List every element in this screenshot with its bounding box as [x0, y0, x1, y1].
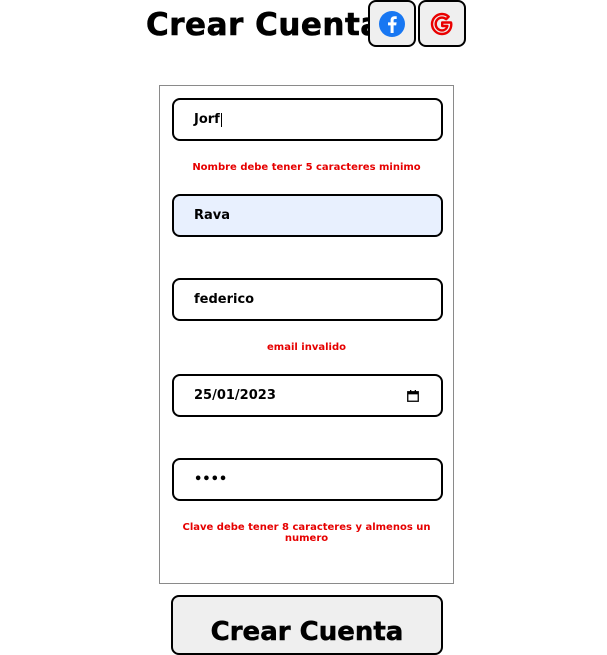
google-icon — [430, 12, 453, 35]
fecha-value: 25/01/2023 — [194, 388, 276, 403]
text-caret — [220, 112, 222, 127]
page-header: Crear Cuenta — [146, 0, 382, 50]
email-error: email invalido — [267, 342, 346, 353]
crear-cuenta-button[interactable]: Crear Cuenta — [171, 595, 443, 655]
google-login-button[interactable] — [418, 0, 466, 47]
nombre-value: Jorf — [194, 112, 220, 127]
facebook-login-button[interactable] — [368, 0, 416, 47]
clave-input[interactable]: •••• — [172, 458, 443, 501]
signup-form: Jorf Nombre debe tener 5 caracteres mini… — [159, 85, 454, 584]
nombre-input[interactable]: Jorf — [172, 98, 443, 141]
page-title: Crear Cuenta — [146, 7, 382, 44]
email-value: federico — [194, 292, 255, 307]
apellido-value: Rava — [194, 208, 231, 223]
apellido-input[interactable]: Rava — [172, 194, 443, 237]
facebook-icon — [379, 10, 405, 37]
calendar-icon[interactable] — [407, 389, 419, 402]
fecha-input[interactable]: 25/01/2023 — [172, 374, 443, 417]
nombre-error: Nombre debe tener 5 caracteres minimo — [192, 162, 421, 173]
clave-value: •••• — [194, 472, 228, 487]
email-input[interactable]: federico — [172, 278, 443, 321]
clave-error: Clave debe tener 8 caracteres y almenos … — [182, 522, 431, 544]
